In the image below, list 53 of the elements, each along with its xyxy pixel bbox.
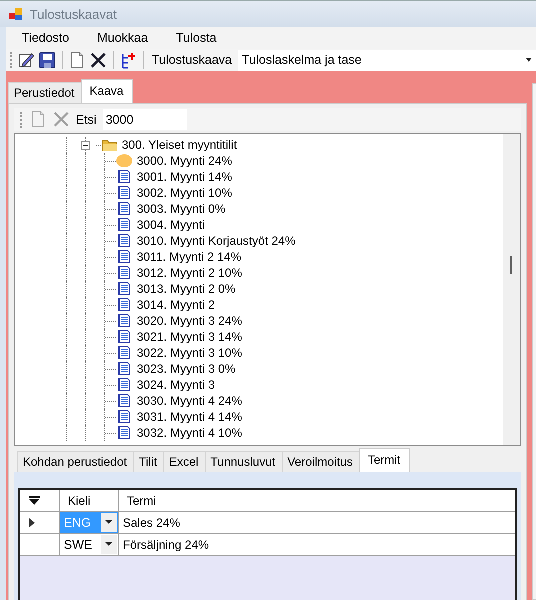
tree-item[interactable]: 3000. Myynti 24% <box>133 154 232 168</box>
scrollbar[interactable] <box>503 134 520 445</box>
report-combo[interactable]: Tuloslaskelma ja tase <box>238 50 536 71</box>
tree-item[interactable]: 3022. Myynti 3 10% <box>133 346 242 360</box>
app-icon <box>8 6 24 22</box>
column-header[interactable]: Termi <box>119 490 515 511</box>
new-document-icon[interactable] <box>69 52 86 69</box>
dropdown-arrow-icon <box>105 520 113 525</box>
tree-item[interactable]: 3001. Myynti 14% <box>133 170 232 184</box>
table-cell[interactable]: Försäljning 24% <box>119 534 515 555</box>
tab[interactable]: Excel <box>163 451 206 472</box>
dropdown-arrow-icon <box>105 542 113 547</box>
tree-item[interactable]: 3030. Myynti 4 24% <box>133 394 242 408</box>
tree-item[interactable]: 3003. Myynti 0% <box>133 202 226 216</box>
tab[interactable]: Tilit <box>133 451 164 472</box>
column-header[interactable]: Kieli <box>60 490 119 511</box>
tree-item[interactable]: 3032. Myynti 4 10% <box>133 426 242 440</box>
table-cell[interactable]: Sales 24% <box>119 512 515 533</box>
edit-icon[interactable] <box>18 52 35 69</box>
delete-icon[interactable] <box>90 52 107 69</box>
menu-item[interactable]: Muokkaa <box>89 28 156 48</box>
search-field[interactable]: 3000 <box>102 109 187 130</box>
tree-item[interactable]: 3031. Myynti 4 14% <box>133 410 242 424</box>
tree-item[interactable]: 3023. Myynti 3 0% <box>133 362 236 376</box>
menu-item[interactable]: Tiedosto <box>14 28 78 48</box>
add-node-icon[interactable] <box>120 52 137 69</box>
folder-icon <box>102 138 118 152</box>
tree-item[interactable]: 3021. Myynti 3 14% <box>133 330 242 344</box>
tab[interactable]: Kaava <box>80 79 133 103</box>
tab[interactable]: Veroilmoitus <box>282 451 360 472</box>
tree-item[interactable]: 3013. Myynti 2 0% <box>133 282 236 296</box>
menu-item[interactable]: Tulosta <box>168 28 225 48</box>
tree-item[interactable]: 3014. Myynti 2 <box>133 298 216 312</box>
tab[interactable]: Termit <box>358 448 410 472</box>
tree-item[interactable]: 3011. Myynti 2 14% <box>133 250 242 264</box>
tab[interactable]: Kohdan perustiedot <box>17 451 134 472</box>
tab[interactable]: Tunnusluvut <box>204 451 283 472</box>
tree-item[interactable]: 3004. Myynti <box>133 218 206 232</box>
tree-node[interactable]: 300. Yleiset myyntitilit <box>118 138 238 152</box>
tree-item[interactable]: 3024. Myynti 3 <box>133 378 216 392</box>
collapse-icon[interactable] <box>81 140 90 150</box>
tree-item[interactable]: 3010. Myynti Korjaustyöt 24% <box>133 234 296 248</box>
save-icon[interactable] <box>39 52 56 69</box>
toolbar-label: Tulostuskaava <box>151 53 234 68</box>
current-row-icon <box>29 518 35 528</box>
filter-icon[interactable] <box>29 496 40 505</box>
tree-item[interactable]: 3012. Myynti 2 10% <box>133 266 242 280</box>
tree-item[interactable]: 3020. Myynti 3 24% <box>133 314 242 328</box>
search-label: Etsi <box>76 112 97 126</box>
window-title: Tulostuskaavat <box>30 6 117 22</box>
tree-item[interactable]: 3002. Myynti 10% <box>133 186 232 200</box>
tab[interactable]: Perustiedot <box>8 82 82 103</box>
language-combo[interactable]: SWE <box>60 534 118 555</box>
